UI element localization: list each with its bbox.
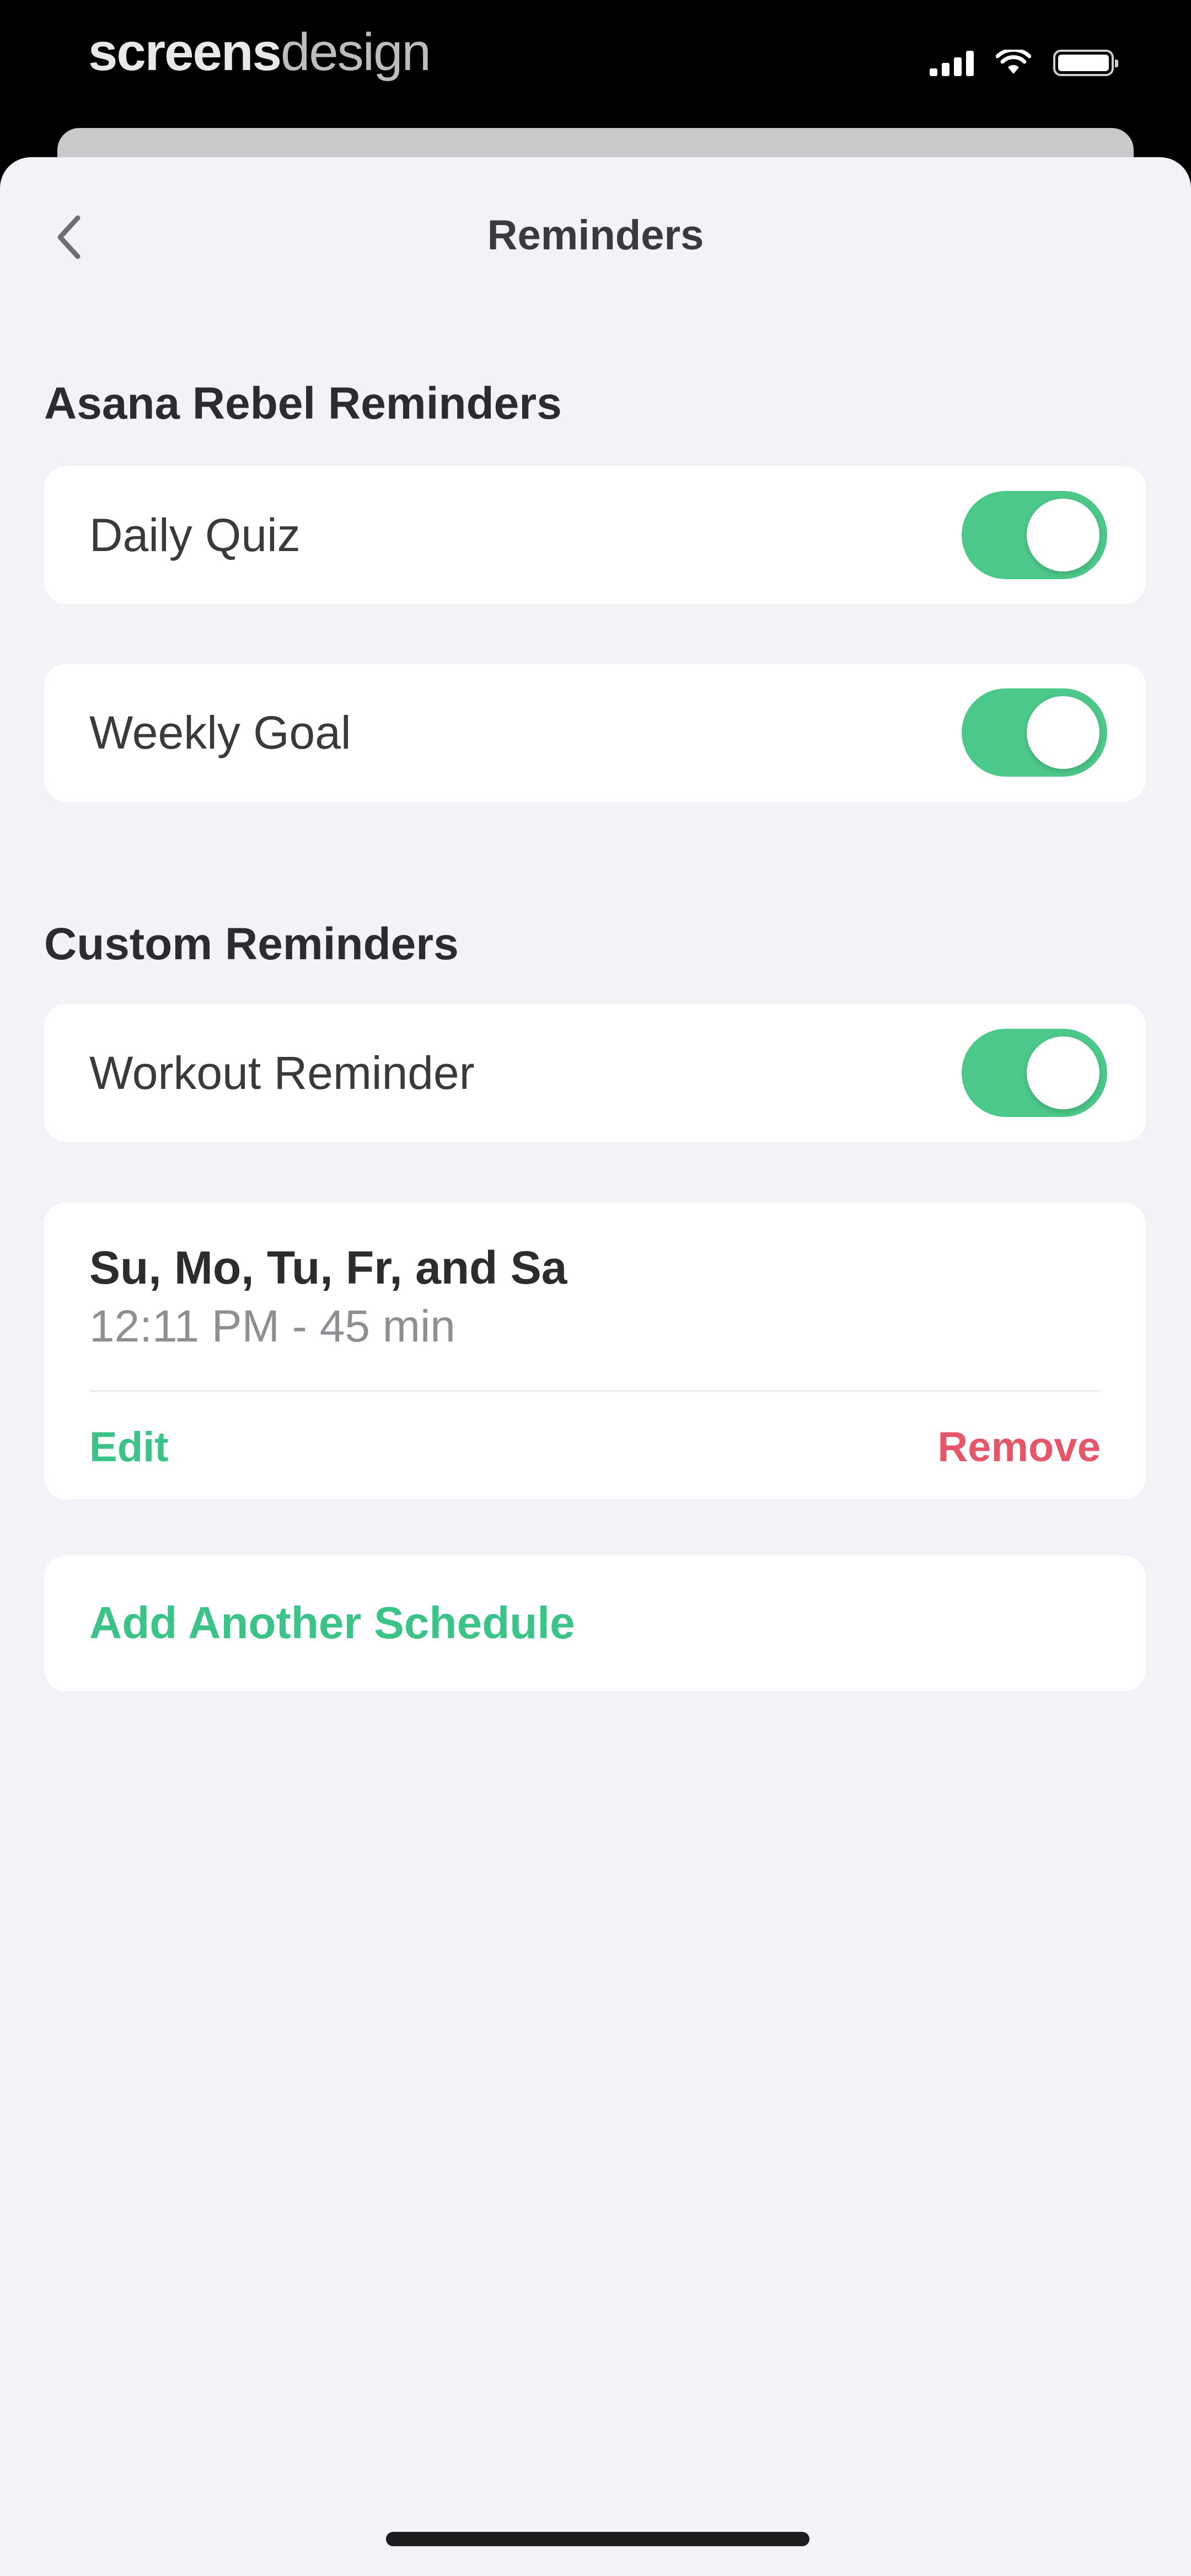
battery-icon xyxy=(1053,50,1118,76)
section-header-app-reminders: Asana Rebel Reminders xyxy=(44,378,562,429)
schedule-card: Su, Mo, Tu, Fr, and Sa 12:11 PM - 45 min… xyxy=(44,1203,1146,1499)
edit-schedule-button[interactable]: Edit xyxy=(89,1423,169,1471)
toggle-knob xyxy=(1027,696,1099,769)
divider xyxy=(89,1390,1101,1392)
phone-screen: screensdesign Reminders Asana Rebel Remi… xyxy=(0,0,1191,2576)
workout-reminder-row: Workout Reminder xyxy=(44,1004,1146,1142)
screensdesign-watermark: screensdesign xyxy=(88,22,431,83)
brand-bold-text: screens xyxy=(88,23,282,82)
weekly-goal-row: Weekly Goal xyxy=(44,664,1146,801)
toggle-knob xyxy=(1027,499,1099,571)
schedule-time: 12:11 PM - 45 min xyxy=(89,1301,455,1351)
toggle-knob xyxy=(1027,1036,1099,1109)
battery-fill xyxy=(1058,55,1109,71)
workout-reminder-label: Workout Reminder xyxy=(89,1046,475,1099)
add-another-schedule-button[interactable]: Add Another Schedule xyxy=(44,1556,1146,1691)
page-title: Reminders xyxy=(487,212,704,259)
home-indicator xyxy=(386,2532,809,2546)
wifi-icon xyxy=(996,50,1031,74)
workout-reminder-toggle[interactable] xyxy=(962,1029,1107,1117)
navigation-bar: Reminders xyxy=(0,157,1191,317)
brand-light-text: design xyxy=(280,23,431,82)
status-bar: screensdesign xyxy=(0,0,1191,132)
weekly-goal-toggle[interactable] xyxy=(962,688,1107,777)
add-another-schedule-label: Add Another Schedule xyxy=(89,1598,575,1648)
reminders-sheet: Reminders Asana Rebel Reminders Daily Qu… xyxy=(0,157,1191,2576)
cellular-signal-icon xyxy=(930,50,974,76)
daily-quiz-label: Daily Quiz xyxy=(89,509,301,561)
daily-quiz-row: Daily Quiz xyxy=(44,466,1146,604)
remove-schedule-button[interactable]: Remove xyxy=(937,1423,1101,1471)
weekly-goal-label: Weekly Goal xyxy=(89,706,351,758)
section-header-custom-reminders: Custom Reminders xyxy=(44,919,459,969)
daily-quiz-toggle[interactable] xyxy=(962,491,1107,579)
schedule-days: Su, Mo, Tu, Fr, and Sa xyxy=(89,1242,567,1294)
status-icons xyxy=(930,50,1118,76)
